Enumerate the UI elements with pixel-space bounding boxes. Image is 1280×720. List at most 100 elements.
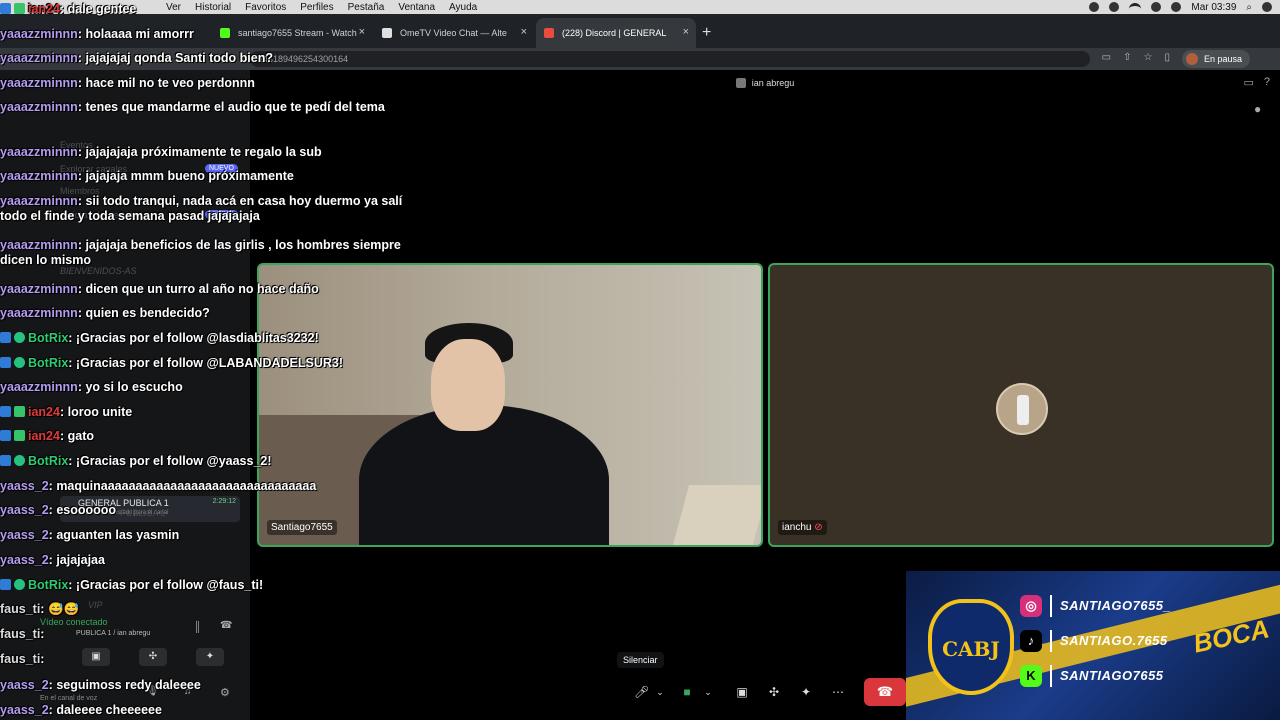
sidebar-item-boosts[interactable]: Mejoras del servidor bbox=[60, 210, 141, 220]
kick-icon: K bbox=[1020, 665, 1042, 687]
share-icon[interactable]: ⇧ bbox=[1123, 52, 1131, 63]
menu-ver[interactable]: Ver bbox=[166, 2, 181, 13]
tab-discord[interactable]: (228) Discord | GENERAL × bbox=[536, 18, 696, 48]
video-tile-santiago[interactable]: Santiago7655 bbox=[257, 263, 763, 547]
user-voice-icon bbox=[735, 78, 746, 88]
headphones-icon[interactable]: ♫ bbox=[184, 686, 192, 697]
kick-favicon-icon bbox=[220, 28, 230, 38]
soundboard-icon[interactable]: ✦ bbox=[798, 680, 814, 704]
header-actions: ▭ ? bbox=[1243, 76, 1270, 89]
kick-handle: SANTIAGO7655 bbox=[1060, 668, 1164, 683]
settings-gear-icon[interactable]: ⚙ bbox=[220, 686, 230, 699]
person-head bbox=[431, 339, 505, 431]
menu-perfiles[interactable]: Perfiles bbox=[300, 2, 333, 13]
screenshare-icon[interactable]: ▣ bbox=[734, 680, 750, 704]
account-icon[interactable] bbox=[1109, 2, 1120, 12]
tab-ometv[interactable]: OmeTV Video Chat — Alte × bbox=[374, 18, 534, 48]
tab-kick-stream[interactable]: santiago7655 Stream - Watch × bbox=[212, 18, 372, 48]
sidebar-item-members[interactable]: Miembros bbox=[60, 186, 100, 196]
close-tab-icon[interactable]: × bbox=[521, 26, 527, 38]
user-panel: En el canal de voz 🎙 ♫ ⚙ bbox=[0, 684, 245, 706]
address-actions: ▭ ⇧ ☆ ▯ bbox=[1102, 52, 1170, 63]
camera-icon[interactable]: ■ bbox=[678, 680, 696, 704]
voice-connection-panel: Vídeo conectado PUBLICA 1 / ian abregu ║… bbox=[0, 612, 245, 682]
boca-crest-logo: CABJ bbox=[928, 599, 1014, 695]
help-icon[interactable]: ? bbox=[1264, 76, 1270, 89]
papers-background bbox=[672, 485, 761, 545]
menu-pestana[interactable]: Pestaña bbox=[348, 2, 385, 13]
menu-ayuda[interactable]: Ayuda bbox=[449, 2, 477, 13]
soundboard-button[interactable]: ✦ bbox=[196, 648, 224, 666]
social-kick: K SANTIAGO7655 bbox=[1020, 665, 1270, 689]
tab-label: (228) Discord | GENERAL bbox=[562, 28, 667, 38]
siri-icon[interactable] bbox=[1262, 2, 1272, 12]
popout-icon[interactable]: ▭ bbox=[1243, 76, 1253, 89]
ianchu-avatar bbox=[996, 383, 1048, 435]
close-tab-icon[interactable]: × bbox=[683, 26, 689, 38]
tiktok-icon: ♪ bbox=[1020, 630, 1042, 652]
activities-icon[interactable]: ✣ bbox=[766, 680, 782, 704]
disconnect-icon[interactable]: ☎ bbox=[220, 620, 232, 631]
menu-historial[interactable]: Historial bbox=[195, 2, 231, 13]
url-text: 343189496254300164 bbox=[258, 54, 349, 64]
new-badge: NUEVO bbox=[205, 164, 238, 173]
camera-options-chevron-icon[interactable]: ⌄ bbox=[702, 680, 714, 704]
tiktok-handle: SANTIAGO.7655 bbox=[1060, 633, 1168, 648]
tab-label: OmeTV Video Chat — Alte bbox=[400, 28, 507, 38]
tab-label: santiago7655 Stream - Watch bbox=[238, 28, 357, 38]
sidebar-item-events[interactable]: Eventos bbox=[60, 140, 93, 150]
voice-channel-path[interactable]: PUBLICA 1 / ian abregu bbox=[76, 630, 150, 637]
social-instagram: ◎ SANTIAGO7655_ bbox=[1020, 595, 1270, 619]
voice-channel-publica-2[interactable]: PUBLICA 2 bbox=[120, 508, 166, 518]
more-options-icon[interactable]: ⋯ bbox=[830, 680, 846, 704]
sidebar-item-explore[interactable]: Explorar canales bbox=[60, 164, 127, 174]
instagram-handle: SANTIAGO7655_ bbox=[1060, 598, 1172, 613]
sidebar-category-welcome[interactable]: BIENVENIDOS-AS bbox=[60, 266, 137, 276]
menu-ventana[interactable]: Ventana bbox=[398, 2, 435, 13]
instagram-icon: ◎ bbox=[1020, 595, 1042, 617]
channel-name: GENERAL PUBLICA 1 bbox=[78, 498, 169, 508]
mic-icon[interactable]: 🎙 bbox=[146, 686, 159, 697]
camera-toggle-button[interactable]: ▣ bbox=[82, 648, 110, 666]
user-status-text: En el canal de voz bbox=[40, 695, 98, 702]
clock[interactable]: Mar 03:39 bbox=[1191, 2, 1236, 13]
channel-timer: 2:29:12 bbox=[212, 498, 236, 505]
muted-icon: ⊘ bbox=[814, 522, 823, 533]
chat-bubble-icon[interactable]: ● bbox=[1254, 102, 1261, 116]
social-media-overlay: CABJ BOCA ◎ SANTIAGO7655_ ♪ SANTIAGO.765… bbox=[906, 571, 1280, 720]
mic-options-chevron-icon[interactable]: ⌄ bbox=[654, 680, 666, 704]
profile-status: En pausa bbox=[1203, 54, 1242, 64]
new-tab-button[interactable]: + bbox=[702, 18, 711, 48]
category-vip[interactable]: VIP bbox=[88, 600, 103, 610]
close-tab-icon[interactable]: × bbox=[359, 26, 365, 38]
discord-favicon-icon bbox=[544, 28, 554, 38]
browser-tabbar: santiago7655 Stream - Watch × OmeTV Vide… bbox=[0, 14, 1280, 48]
microphone-icon[interactable]: 🎤︎ bbox=[634, 680, 649, 704]
cast-icon[interactable]: ▭ bbox=[1102, 52, 1111, 63]
status-area: Mar 03:39 ⌕ bbox=[1089, 0, 1272, 14]
volume-icon[interactable] bbox=[1171, 2, 1182, 12]
url-field[interactable]: 343189496254300164 bbox=[250, 51, 1090, 67]
ometv-favicon-icon bbox=[382, 28, 392, 38]
video-tile-ianchu[interactable]: ianchu ⊘ bbox=[768, 263, 1274, 547]
tile-username: ianchu ⊘ bbox=[778, 520, 827, 535]
wifi-icon[interactable] bbox=[1129, 3, 1142, 11]
mute-tooltip: Silenciar bbox=[617, 652, 664, 668]
social-tiktok: ♪ SANTIAGO.7655 bbox=[1020, 630, 1270, 654]
signal-icon[interactable]: ║ bbox=[194, 622, 201, 633]
macos-menubar: Ver Historial Favoritos Perfiles Pestaña… bbox=[0, 0, 1280, 14]
bookmark-star-icon[interactable]: ☆ bbox=[1144, 52, 1153, 63]
call-header: ian abregu ▭ ? bbox=[250, 72, 1280, 94]
profile-button[interactable]: En pausa bbox=[1181, 50, 1250, 68]
activities-button[interactable]: ✣ bbox=[139, 648, 167, 666]
discord-sidebar: Eventos Explorar canales NUEVO Miembros … bbox=[0, 70, 250, 720]
sync-icon[interactable] bbox=[1089, 2, 1100, 12]
search-icon[interactable]: ⌕ bbox=[1246, 2, 1252, 13]
voice-connected-label: Vídeo conectado bbox=[40, 617, 108, 627]
sidebar-icon[interactable]: ▯ bbox=[1164, 52, 1170, 63]
menu-favoritos[interactable]: Favoritos bbox=[245, 2, 286, 13]
controls-icon[interactable] bbox=[1151, 2, 1162, 12]
profile-avatar bbox=[1185, 53, 1198, 65]
new-badge-2: NUEVO bbox=[205, 210, 238, 219]
hang-up-button[interactable]: ☎ bbox=[864, 678, 906, 706]
